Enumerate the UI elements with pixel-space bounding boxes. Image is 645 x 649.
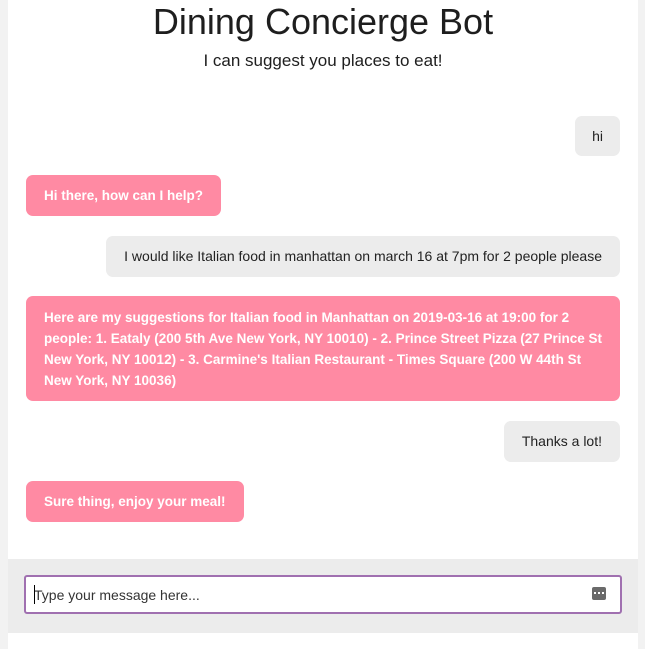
chat-app: Dining Concierge Bot I can suggest you p… (8, 0, 638, 649)
message-input[interactable] (26, 577, 594, 612)
user-message: hi (575, 116, 620, 156)
bot-message: Hi there, how can I help? (26, 175, 222, 216)
user-message: Thanks a lot! (503, 421, 620, 462)
page-title: Dining Concierge Bot (152, 1, 494, 42)
text-caret (34, 585, 35, 604)
page-subtitle: I can suggest you places to eat! (203, 51, 443, 70)
keyboard-icon[interactable] (592, 587, 606, 600)
user-message: I would like Italian food in manhattan o… (106, 236, 620, 277)
message-composer (8, 559, 638, 633)
header: Dining Concierge Bot I can suggest you p… (8, 0, 638, 80)
bot-message: Sure thing, enjoy your meal! (26, 481, 244, 522)
footer-strip (8, 633, 638, 649)
chat-log[interactable]: hi Hi there, how can I help? I would lik… (8, 100, 638, 558)
bot-message: Here are my suggestions for Italian food… (26, 296, 620, 401)
message-input-box[interactable] (24, 575, 622, 614)
